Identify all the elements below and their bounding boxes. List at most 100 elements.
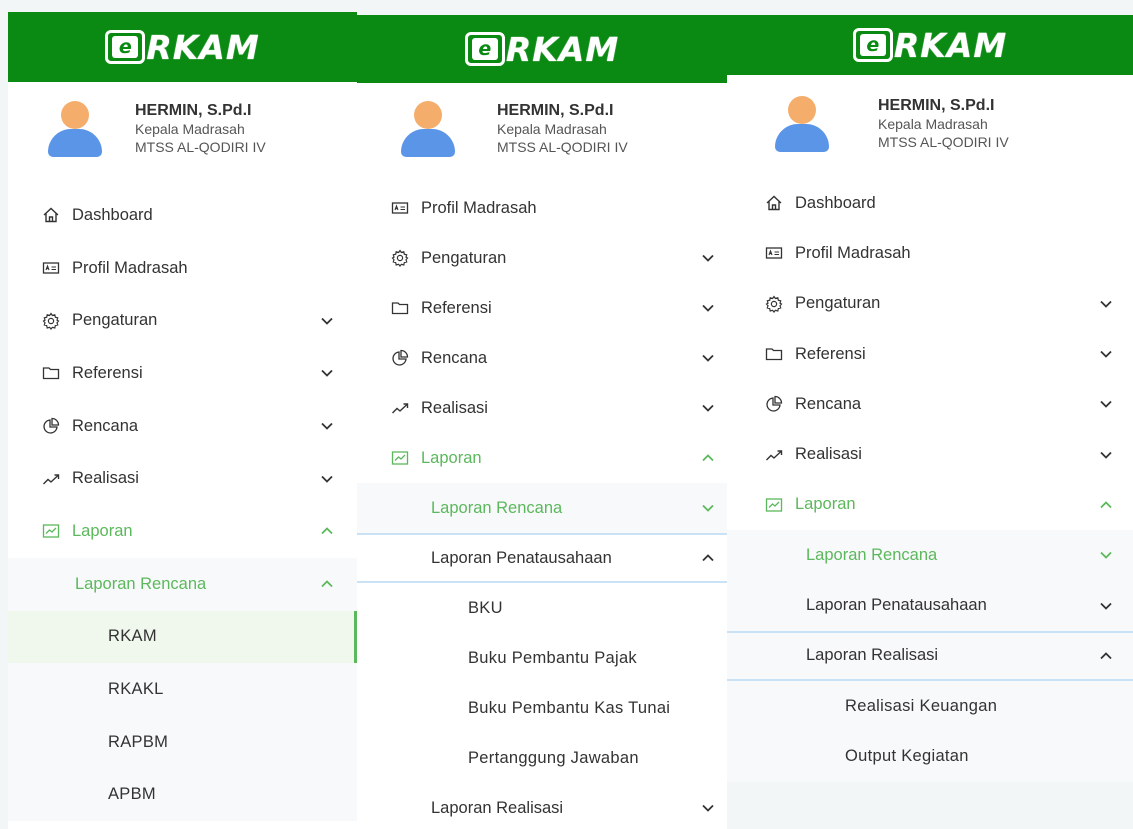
submenu-item-rkakl[interactable]: RKAKL bbox=[8, 663, 357, 716]
menu-label: Laporan bbox=[72, 521, 133, 540]
sidebar-menu: Dashboard Profil Madrasah Pengaturan Ref… bbox=[8, 189, 357, 822]
submenu-label: Laporan Realisasi bbox=[806, 646, 939, 665]
submenu-item-rapbm[interactable]: RAPBM bbox=[8, 715, 357, 769]
menu-item-laporan[interactable]: Laporan bbox=[357, 433, 727, 483]
trend-line-icon bbox=[764, 445, 784, 465]
menu-item-profil-madrasah[interactable]: Profil Madrasah bbox=[727, 228, 1133, 278]
menu-item-pengaturan[interactable]: Pengaturan bbox=[357, 233, 727, 283]
menu-label: Rencana bbox=[421, 348, 488, 367]
submenu-label: Buku Pembantu Pajak bbox=[468, 648, 637, 667]
menu-item-rencana[interactable]: Rencana bbox=[357, 333, 727, 383]
chevron-down-icon bbox=[701, 503, 715, 513]
user-profile: HERMIN, S.Pd.I Kepala Madrasah MTSS AL-Q… bbox=[8, 101, 357, 159]
user-name: HERMIN, S.Pd.I bbox=[135, 102, 252, 119]
submenu-item-buku-pembantu-pajak[interactable]: Buku Pembantu Pajak bbox=[357, 633, 727, 683]
menu-label: Rencana bbox=[72, 416, 139, 435]
menu-item-dashboard[interactable]: Dashboard bbox=[727, 178, 1133, 228]
menu-item-realisasi[interactable]: Realisasi bbox=[8, 452, 357, 505]
folder-icon bbox=[41, 363, 61, 383]
user-profile: HERMIN, S.Pd.I Kepala Madrasah MTSS AL-Q… bbox=[727, 96, 1133, 154]
sidebar-menu: Profil Madrasah Pengaturan Referensi Ren… bbox=[357, 183, 727, 829]
user-role: Kepala Madrasah bbox=[135, 121, 245, 138]
chevron-down-icon bbox=[701, 353, 715, 363]
menu-label: Dashboard bbox=[795, 193, 876, 212]
chevron-down-icon bbox=[320, 368, 334, 378]
submenu-item-laporan-rencana[interactable]: Laporan Rencana bbox=[357, 483, 727, 533]
line-chart-icon bbox=[764, 495, 784, 515]
home-icon bbox=[764, 193, 784, 213]
logo-e-icon: e bbox=[852, 28, 893, 62]
sidebar-panel-2: e RKAM HERMIN, S.Pd.I Kepala Madrasah MT… bbox=[357, 15, 727, 829]
chevron-down-icon bbox=[701, 303, 715, 313]
menu-item-dashboard[interactable]: Dashboard bbox=[8, 189, 357, 242]
submenu-item-realisasi-keuangan[interactable]: Realisasi Keuangan bbox=[727, 680, 1133, 732]
submenu-label: Laporan Realisasi bbox=[431, 798, 564, 817]
chevron-down-icon bbox=[320, 474, 334, 484]
erkam-logo[interactable]: e RKAM bbox=[464, 30, 619, 69]
trend-line-icon bbox=[41, 469, 61, 489]
chevron-up-icon bbox=[701, 553, 715, 563]
chevron-down-icon bbox=[320, 316, 334, 326]
menu-item-rencana[interactable]: Rencana bbox=[8, 400, 357, 453]
submenu-item-output-kegiatan[interactable]: Output Kegiatan bbox=[727, 731, 1133, 782]
menu-label: Referensi bbox=[795, 344, 866, 363]
submenu-item-bku[interactable]: BKU bbox=[357, 583, 727, 633]
submenu-item-laporan-realisasi[interactable]: Laporan Realisasi bbox=[727, 630, 1133, 681]
logo-e-icon: e bbox=[464, 32, 505, 66]
user-profile: HERMIN, S.Pd.I Kepala Madrasah MTSS AL-Q… bbox=[357, 101, 727, 159]
menu-item-referensi[interactable]: Referensi bbox=[727, 329, 1133, 379]
line-chart-icon bbox=[390, 448, 410, 468]
submenu-item-laporan-realisasi[interactable]: Laporan Realisasi bbox=[357, 783, 727, 829]
menu-item-referensi[interactable]: Referensi bbox=[8, 347, 357, 400]
submenu-item-laporan-rencana[interactable]: Laporan Rencana bbox=[727, 530, 1133, 581]
submenu-item-pertanggung-jawaban[interactable]: Pertanggung Jawaban bbox=[357, 733, 727, 783]
avatar-icon bbox=[399, 101, 457, 159]
menu-label: Dashboard bbox=[72, 205, 153, 224]
menu-item-profil-madrasah[interactable]: Profil Madrasah bbox=[357, 183, 727, 233]
menu-item-pengaturan[interactable]: Pengaturan bbox=[8, 294, 357, 347]
chevron-up-icon bbox=[320, 579, 334, 589]
chevron-up-icon bbox=[1099, 500, 1113, 510]
submenu-item-buku-pembantu-kas-tunai[interactable]: Buku Pembantu Kas Tunai bbox=[357, 683, 727, 733]
user-school: MTSS AL-QODIRI IV bbox=[878, 134, 1009, 151]
menu-item-realisasi[interactable]: Realisasi bbox=[357, 383, 727, 433]
menu-label: Pengaturan bbox=[795, 294, 881, 313]
header-bar: e RKAM bbox=[727, 15, 1133, 75]
erkam-logo[interactable]: e RKAM bbox=[852, 25, 1008, 65]
menu-item-pengaturan[interactable]: Pengaturan bbox=[727, 279, 1133, 329]
header-bar: e RKAM bbox=[8, 12, 357, 82]
submenu-item-apbm[interactable]: APBM bbox=[8, 768, 357, 822]
user-name: HERMIN, S.Pd.I bbox=[878, 97, 995, 114]
submenu-item-rkam[interactable]: RKAM bbox=[8, 610, 357, 664]
submenu-label: Buku Pembantu Kas Tunai bbox=[468, 698, 671, 717]
submenu-item-laporan-penatausahaan[interactable]: Laporan Penatausahaan bbox=[727, 580, 1133, 631]
header-bar: e RKAM bbox=[357, 15, 727, 83]
submenu-label: Laporan Penatausahaan bbox=[806, 596, 987, 615]
pie-chart-icon bbox=[390, 348, 410, 368]
line-chart-icon bbox=[41, 521, 61, 541]
chevron-down-icon bbox=[701, 253, 715, 263]
menu-item-laporan[interactable]: Laporan bbox=[727, 480, 1133, 530]
user-role: Kepala Madrasah bbox=[878, 116, 988, 133]
user-school: MTSS AL-QODIRI IV bbox=[135, 139, 266, 156]
menu-label: Rencana bbox=[795, 394, 862, 413]
menu-item-laporan[interactable]: Laporan bbox=[8, 505, 357, 558]
user-school: MTSS AL-QODIRI IV bbox=[497, 139, 628, 156]
pie-chart-icon bbox=[764, 394, 784, 414]
chevron-down-icon bbox=[1099, 550, 1113, 560]
submenu-label: Laporan Rencana bbox=[431, 498, 563, 517]
logo-text: RKAM bbox=[893, 25, 1008, 65]
menu-item-realisasi[interactable]: Realisasi bbox=[727, 429, 1133, 479]
erkam-logo[interactable]: e RKAM bbox=[105, 28, 259, 67]
menu-item-rencana[interactable]: Rencana bbox=[727, 379, 1133, 429]
user-role: Kepala Madrasah bbox=[497, 121, 607, 138]
menu-label: Realisasi bbox=[72, 469, 139, 488]
menu-item-profil-madrasah[interactable]: Profil Madrasah bbox=[8, 242, 357, 295]
menu-item-referensi[interactable]: Referensi bbox=[357, 283, 727, 333]
menu-label: Pengaturan bbox=[421, 248, 507, 267]
menu-label: Realisasi bbox=[795, 445, 862, 464]
submenu-item-laporan-rencana[interactable]: Laporan Rencana bbox=[8, 557, 357, 611]
menu-label: Profil Madrasah bbox=[795, 243, 911, 262]
avatar-icon bbox=[773, 96, 831, 154]
submenu-item-laporan-penatausahaan[interactable]: Laporan Penatausahaan bbox=[357, 533, 727, 583]
